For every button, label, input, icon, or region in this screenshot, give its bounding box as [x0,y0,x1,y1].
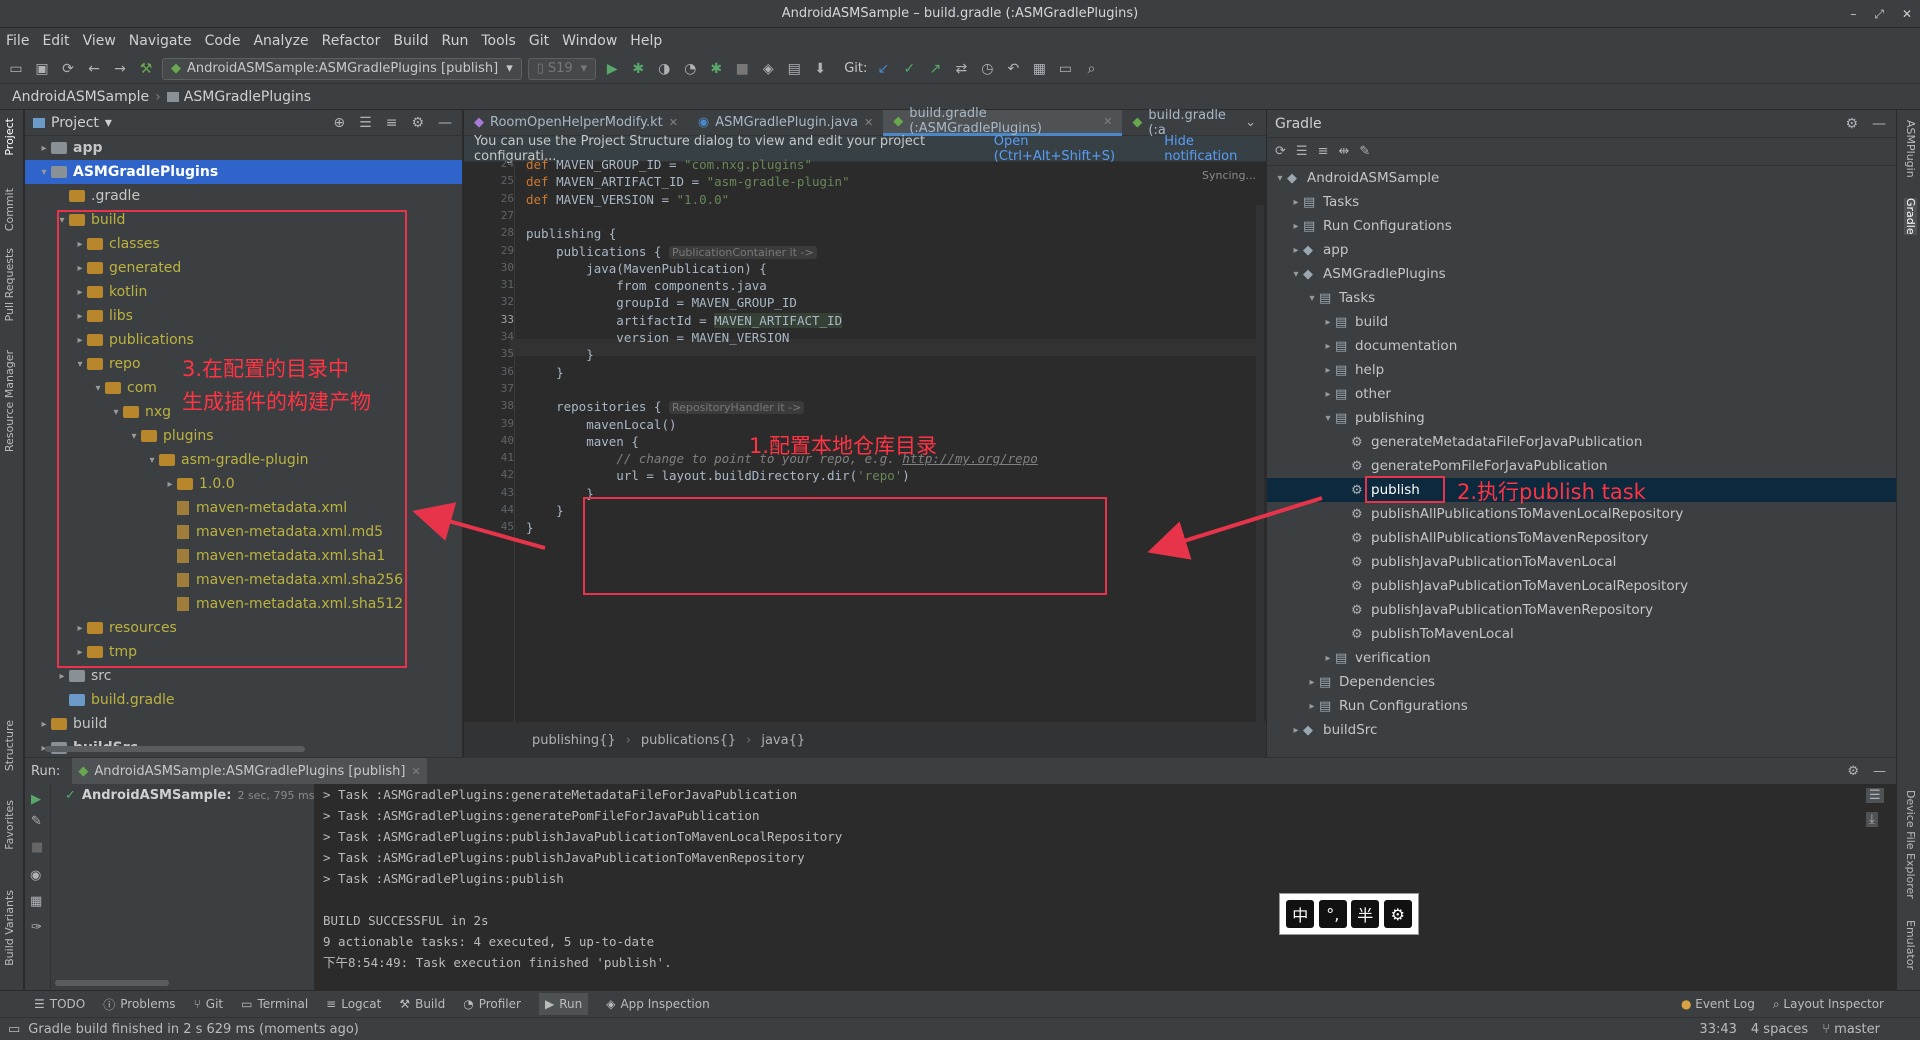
arrow-publish-to-maven [1147,496,1323,560]
annotation-arrows [412,496,1323,560]
arrow-maven-to-build [412,502,546,550]
